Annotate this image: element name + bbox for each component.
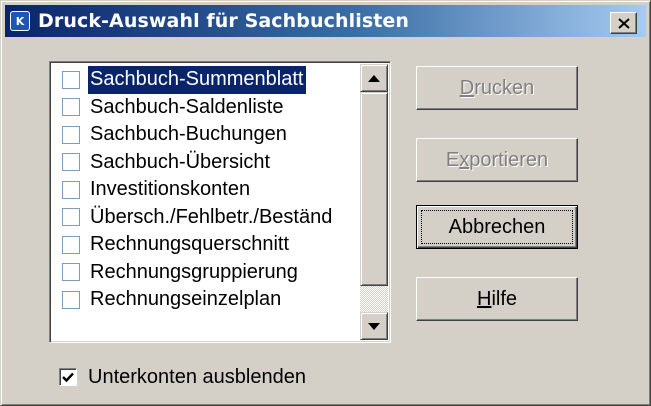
list-item-label: Sachbuch-Buchungen — [90, 123, 287, 145]
list-item-label: Rechnungseinzelplan — [90, 288, 282, 310]
list-item[interactable]: Rechnungseinzelplan — [52, 286, 360, 314]
list-item-label: Rechnungsquerschnitt — [90, 233, 290, 255]
hide-subaccounts-option[interactable]: Unterkonten ausblenden — [59, 363, 306, 391]
arrow-down-icon — [368, 322, 380, 330]
export-button-label: portieren — [469, 148, 549, 171]
list-item-label: Sachbuch-Übersicht — [90, 150, 271, 173]
export-button[interactable]: Ex portieren — [416, 138, 578, 182]
dialog-window: K Druck-Auswahl für Sachbuchlisten Sachb… — [0, 0, 651, 406]
app-icon: K — [10, 11, 30, 31]
scroll-up-button[interactable] — [360, 64, 388, 92]
list-item[interactable]: Rechnungsgruppierung — [52, 259, 360, 287]
scroll-thumb[interactable] — [360, 92, 388, 286]
list-item-checkbox[interactable] — [62, 263, 80, 282]
list-scrollbar[interactable] — [360, 64, 388, 340]
window-title: Druck-Auswahl für Sachbuchlisten — [38, 10, 410, 32]
cancel-button[interactable]: Abbrechen — [416, 205, 578, 249]
help-button-label: ilfe — [491, 287, 518, 310]
list-item[interactable]: Investitionskonten — [52, 176, 360, 204]
list-item[interactable]: Übersch./Fehlbetr./Beständ — [52, 204, 360, 232]
export-button-mnemonic: x — [459, 148, 470, 171]
list-item[interactable]: Sachbuch-Summenblatt — [52, 66, 360, 94]
list-item-label: Investitionskonten — [90, 178, 251, 200]
help-button[interactable]: Hilfe — [416, 277, 578, 321]
list-item-checkbox[interactable] — [62, 153, 80, 172]
help-button-mnemonic: H — [476, 287, 492, 310]
list-item-checkbox[interactable] — [62, 98, 80, 117]
checkmark-icon — [62, 372, 74, 382]
report-listbox[interactable]: Sachbuch-Summenblatt Sachbuch-Saldenliste… — [49, 61, 391, 343]
close-icon — [617, 17, 630, 29]
list-item-checkbox[interactable] — [62, 290, 80, 309]
print-button-label: rucken — [474, 76, 535, 99]
title-bar[interactable]: K Druck-Auswahl für Sachbuchlisten — [5, 5, 646, 37]
export-button-prefix: E — [445, 148, 460, 171]
focus-ring — [421, 210, 573, 244]
list-item[interactable]: Sachbuch-Übersicht — [52, 149, 360, 177]
list-item-checkbox[interactable] — [62, 180, 80, 199]
hide-subaccounts-label: Unterkonten ausblenden — [88, 365, 306, 388]
arrow-up-icon — [368, 74, 380, 82]
list-item-label: Übersch./Fehlbetr./Beständ — [90, 205, 333, 228]
list-item-checkbox[interactable] — [62, 70, 80, 89]
list-item-label: Rechnungsgruppierung — [90, 260, 298, 283]
print-button-mnemonic: D — [459, 76, 475, 99]
list-item-label: Sachbuch-Saldenliste — [90, 95, 284, 118]
close-button[interactable] — [610, 12, 637, 34]
list-item[interactable]: Sachbuch-Buchungen — [52, 121, 360, 149]
print-button[interactable]: Drucken — [416, 66, 578, 110]
hide-subaccounts-checkbox[interactable] — [59, 368, 77, 386]
list-item-checkbox[interactable] — [62, 235, 80, 254]
list-item-checkbox[interactable] — [62, 208, 80, 227]
list-item[interactable]: Rechnungsquerschnitt — [52, 231, 360, 259]
list-item[interactable]: Sachbuch-Saldenliste — [52, 94, 360, 122]
list-item-label: Sachbuch-Summenblatt — [88, 66, 307, 94]
scroll-down-button[interactable] — [360, 312, 388, 340]
report-list: Sachbuch-Summenblatt Sachbuch-Saldenliste… — [52, 66, 360, 314]
list-item-checkbox[interactable] — [62, 125, 80, 144]
